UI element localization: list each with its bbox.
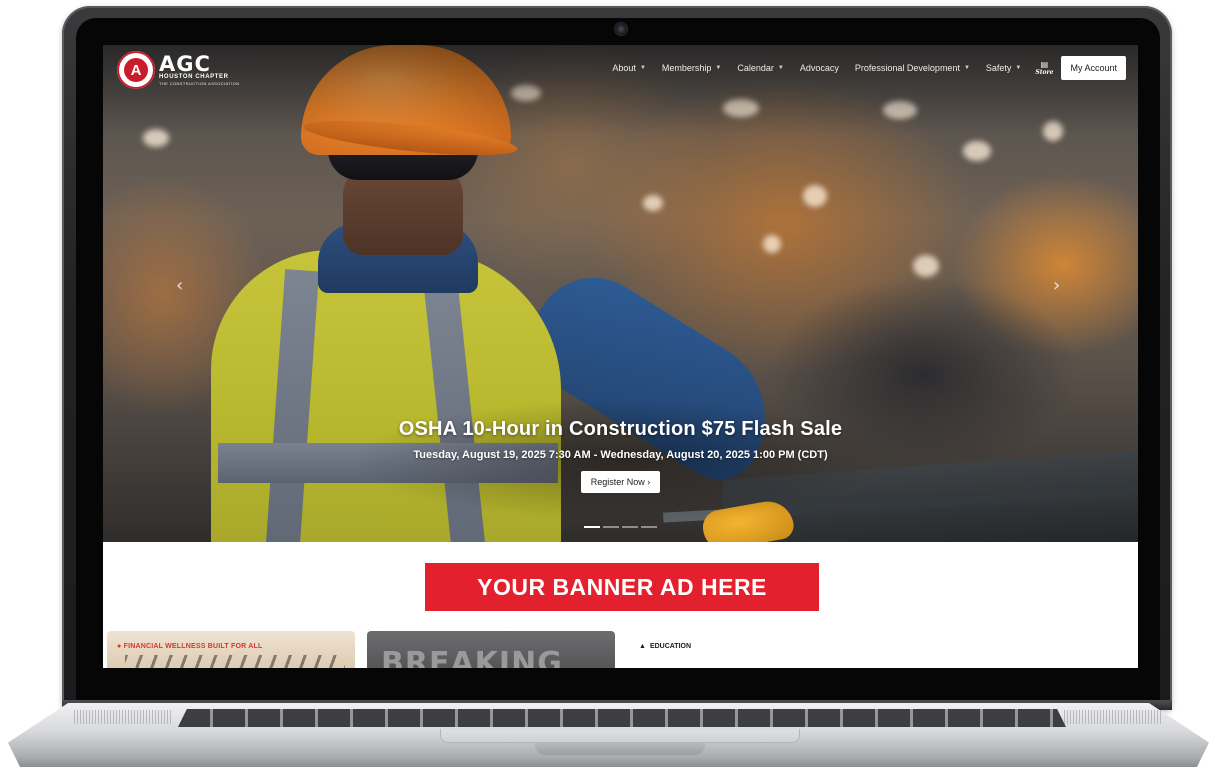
store-link[interactable]: ▤ Store: [1035, 59, 1054, 76]
trackpad: [440, 729, 800, 743]
chevron-down-icon: ▼: [963, 65, 970, 71]
slider-dot[interactable]: [641, 526, 657, 528]
keyboard: [178, 709, 1066, 727]
chevron-down-icon: ▼: [639, 65, 646, 71]
speaker-grille-right: [1064, 710, 1162, 724]
slider-dot[interactable]: [584, 526, 600, 528]
slide-caption: OSHA 10-Hour in Construction $75 Flash S…: [103, 418, 1138, 493]
education-tag-label: EDUCATION: [649, 643, 692, 650]
nav-item-about[interactable]: About ▼: [612, 63, 645, 73]
slider-indicators: [584, 526, 660, 528]
card-title: BREAKING: [381, 646, 563, 668]
nav-item-label: Calendar: [737, 63, 774, 73]
chevron-down-icon: ▼: [777, 65, 784, 71]
logo-name: AGC: [159, 52, 211, 76]
logo-tagline: THE CONSTRUCTION ASSOCIATION: [159, 81, 240, 86]
news-card-financial-wellness[interactable]: ● FINANCIAL WELLNESS BUILT FOR ALL: [107, 631, 355, 668]
nav-item-calendar[interactable]: Calendar ▼: [737, 63, 783, 73]
chevron-down-icon: ▼: [715, 65, 722, 71]
nav-item-membership[interactable]: Membership ▼: [662, 63, 721, 73]
nav-item-label: Professional Development: [854, 63, 960, 73]
logo-wordmark: AGC HOUSTON CHAPTER THE CONSTRUCTION ASS…: [159, 52, 240, 87]
card-title-text: FINANCIAL WELLNESS BUILT FOR ALL: [123, 643, 263, 650]
chevron-down-icon: ▼: [1015, 65, 1022, 71]
graduation-cap-icon: ▲: [639, 643, 646, 650]
lid-notch: [535, 743, 705, 755]
slider-dot[interactable]: [603, 526, 619, 528]
card-illustration: [125, 655, 345, 668]
main-menu: About ▼ Membership ▼ Calendar ▼ Advocacy…: [596, 55, 1126, 81]
agc-logo[interactable]: A AGC HOUSTON CHAPTER THE CONSTRUCTION A…: [117, 51, 239, 89]
agc-seal-emblem: A: [124, 58, 148, 82]
nav-item-advocacy[interactable]: Advocacy: [800, 63, 839, 73]
register-now-button[interactable]: Register Now ›: [580, 471, 661, 493]
agc-seal-letter: A: [130, 61, 142, 79]
laptop-screen: A AGC HOUSTON CHAPTER THE CONSTRUCTION A…: [103, 45, 1138, 668]
nav-item-safety[interactable]: Safety ▼: [986, 63, 1021, 73]
agc-seal: A: [117, 51, 155, 89]
chevron-right-icon: ›: [647, 477, 651, 487]
nav-item-label: Advocacy: [799, 63, 839, 73]
hero-slider: A AGC HOUSTON CHAPTER THE CONSTRUCTION A…: [103, 45, 1138, 542]
slider-prev-arrow[interactable]: ‹: [176, 277, 183, 295]
slider-next-arrow[interactable]: ›: [1053, 277, 1060, 295]
education-tag[interactable]: ▲ EDUCATION: [639, 643, 691, 650]
webcam: [615, 23, 627, 35]
site-header: A AGC HOUSTON CHAPTER THE CONSTRUCTION A…: [103, 45, 1138, 93]
logo-chapter: HOUSTON CHAPTER: [159, 74, 229, 80]
nav-item-professional-development[interactable]: Professional Development ▼: [855, 63, 970, 73]
store-icon: ▤: [1040, 59, 1049, 69]
speaker-grille-left: [74, 710, 172, 724]
location-pin-icon: ●: [117, 643, 122, 650]
slider-dot[interactable]: [622, 526, 638, 528]
slide-title: OSHA 10-Hour in Construction $75 Flash S…: [398, 418, 843, 440]
banner-ad[interactable]: YOUR BANNER AD HERE: [425, 563, 819, 611]
my-account-button[interactable]: My Account: [1061, 56, 1126, 80]
card-title: ● FINANCIAL WELLNESS BUILT FOR ALL: [117, 643, 262, 650]
news-card-breaking[interactable]: BREAKING: [367, 631, 615, 668]
nav-item-label: Safety: [985, 63, 1012, 73]
slide-date: Tuesday, August 19, 2025 7:30 AM - Wedne…: [413, 449, 828, 461]
register-now-label: Register Now: [590, 477, 645, 487]
nav-item-label: Membership: [661, 63, 712, 73]
nav-item-label: About: [612, 63, 636, 73]
store-label: Store: [1035, 68, 1054, 76]
